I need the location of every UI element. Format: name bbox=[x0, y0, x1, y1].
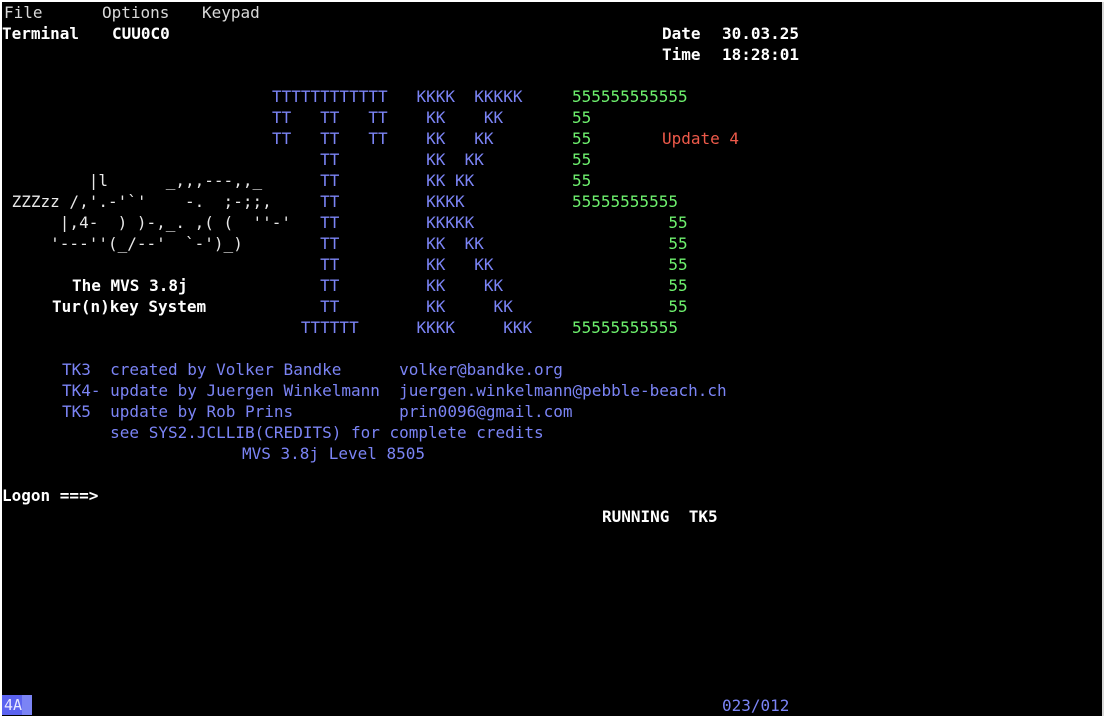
banner-tk-row: TT KK KK bbox=[272, 255, 494, 274]
menu-file[interactable]: File bbox=[4, 3, 43, 23]
menu-bar: File Options Keypad bbox=[2, 2, 1102, 22]
banner-5-row: 55 bbox=[572, 255, 688, 274]
logon-input[interactable] bbox=[112, 485, 612, 506]
system-title: The MVS 3.8j bbox=[72, 276, 188, 295]
terminal-window: File Options Keypad Terminal CUU0C0 Date… bbox=[2, 2, 1104, 716]
terminal-id: CUU0C0 bbox=[112, 24, 170, 43]
banner-5-row: 55 bbox=[572, 108, 592, 127]
banner-tk-row: TT KK KK bbox=[272, 234, 484, 253]
credit-line: see SYS2.JCLLIB(CREDITS) for complete cr… bbox=[62, 423, 544, 442]
banner-tk-row: TT TT TT KK KK bbox=[272, 108, 504, 127]
banner-5-row: 555555555555 bbox=[572, 87, 688, 106]
banner-tk-row: TTTTTTTTTTTT KKKK KKKKK bbox=[272, 87, 523, 106]
credit-line: TK5 update by Rob Prins prin0096@gmail.c… bbox=[62, 402, 573, 421]
banner-tk-row: TT TT TT KK KK bbox=[272, 129, 494, 148]
time-value: 18:28:01 bbox=[722, 45, 800, 64]
banner-5-row: 55 bbox=[572, 129, 592, 148]
system-subtitle: Tur(n)key System bbox=[52, 297, 207, 316]
banner-tk-row: TT KK KK bbox=[272, 150, 484, 169]
banner-5-row: 55 bbox=[572, 276, 688, 295]
banner-5-row: 55555555555 bbox=[572, 318, 678, 337]
time-label: Time bbox=[662, 45, 701, 64]
cursor-position: 023/012 bbox=[722, 696, 790, 715]
banner-5-row: 55 bbox=[572, 297, 688, 316]
mvs-level: MVS 3.8j Level 8505 bbox=[242, 444, 426, 463]
cat-art-line: |,4- ) )-,_. ,( ( ''-' bbox=[2, 213, 291, 232]
banner-tk-row: TT KK KK bbox=[272, 171, 475, 190]
credit-line: TK3 created by Volker Bandke volker@band… bbox=[62, 360, 563, 379]
banner-5-row: 55 bbox=[572, 150, 592, 169]
banner-tk-row: TT KKKK bbox=[272, 192, 465, 211]
banner-tk-row: TTTTTT KKKK KKK bbox=[272, 318, 533, 337]
logon-row: Logon ===> bbox=[2, 485, 1102, 506]
cat-art-line: |l _,,,---,,_ bbox=[2, 171, 263, 190]
banner-tk-row: TT KK KK bbox=[272, 297, 513, 316]
banner-tk-row: TT KK KK bbox=[272, 276, 504, 295]
operator-info-area: 4A 023/012 bbox=[2, 694, 1102, 716]
update-label: Update 4 bbox=[662, 129, 740, 148]
banner-5-row: 55 bbox=[572, 234, 688, 253]
credit-line: TK4- update by Juergen Winkelmann juerge… bbox=[62, 381, 727, 400]
menu-keypad[interactable]: Keypad bbox=[202, 3, 260, 23]
banner-5-row: 55 bbox=[572, 213, 688, 232]
cat-art-line: ZZZzz /,'.-'`' -. ;-;;, bbox=[2, 192, 272, 211]
banner-5-row: 55 bbox=[572, 171, 592, 190]
banner-5-row: 55555555555 bbox=[572, 192, 678, 211]
terminal-label: Terminal bbox=[2, 24, 80, 43]
cat-art-line: '---''(_/--' `-')_) bbox=[2, 234, 243, 253]
running-status: RUNNING TK5 bbox=[602, 507, 718, 526]
banner-tk-row: TT KKKKK bbox=[272, 213, 475, 232]
menu-options[interactable]: Options bbox=[102, 3, 169, 23]
date-label: Date bbox=[662, 24, 701, 43]
cursor-block bbox=[22, 695, 32, 715]
connection-indicator: 4A bbox=[2, 695, 25, 715]
date-value: 30.03.25 bbox=[722, 24, 800, 43]
logon-prompt: Logon ===> bbox=[2, 486, 99, 505]
